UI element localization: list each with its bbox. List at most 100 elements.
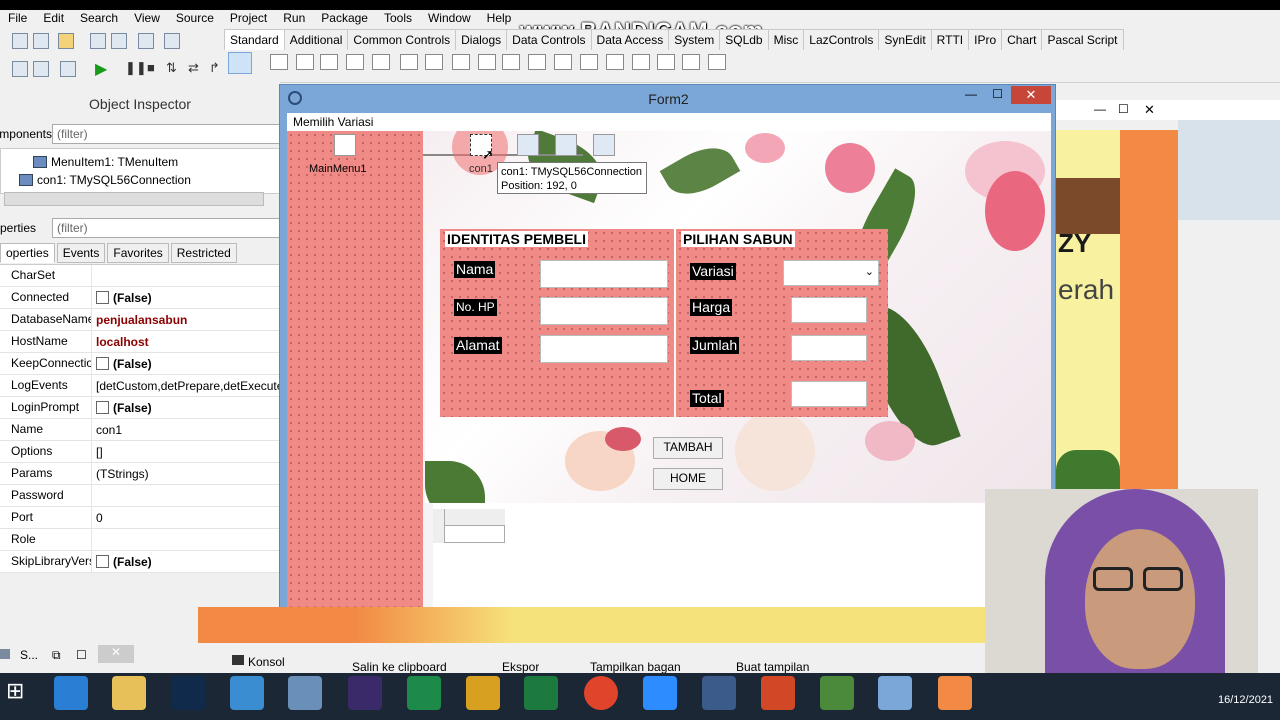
tmainmenu-icon[interactable] — [270, 54, 288, 70]
checkbox-icon[interactable] — [96, 401, 109, 414]
tpanel-icon[interactable] — [657, 54, 675, 70]
prop-value[interactable]: [] — [92, 441, 280, 462]
prop-value[interactable]: (False) — [92, 551, 280, 572]
close-icon[interactable]: ✕ — [98, 645, 134, 663]
pointer-tool-icon[interactable] — [228, 52, 252, 74]
tpopupmenu-icon[interactable] — [296, 54, 314, 70]
close-icon[interactable]: ✕ — [1144, 102, 1155, 118]
components-filter-input[interactable]: (filter) — [52, 124, 280, 144]
zoom-icon[interactable] — [643, 676, 677, 710]
tab-events[interactable]: Events — [56, 243, 106, 263]
properties-filter-input[interactable]: (filter) — [52, 218, 280, 238]
step-out-icon[interactable]: ↱ — [209, 60, 220, 76]
close-button[interactable]: ✕ — [1011, 86, 1051, 104]
step-into-icon[interactable]: ⇅ — [166, 60, 177, 76]
alamat-input[interactable] — [540, 335, 668, 363]
menu-help[interactable]: Help — [479, 10, 520, 26]
prop-row[interactable]: CharSet — [0, 265, 280, 287]
menu-window[interactable]: Window — [420, 10, 479, 26]
xampp-icon[interactable] — [938, 676, 972, 710]
checkbox-icon[interactable] — [96, 555, 109, 568]
home-button[interactable]: HOME — [653, 468, 723, 490]
tab-standard[interactable]: Standard — [224, 29, 285, 50]
tmemo-icon[interactable] — [400, 54, 418, 70]
prop-row[interactable]: Name con1 — [0, 419, 280, 441]
menu-package[interactable]: Package — [313, 10, 376, 26]
menu-tools[interactable]: Tools — [376, 10, 420, 26]
tab-common-controls[interactable]: Common Controls — [347, 29, 457, 50]
prop-row[interactable]: SkipLibraryVersi (False) — [0, 551, 280, 573]
windows-start-icon[interactable]: ⊞ — [6, 680, 28, 702]
konsol-label[interactable]: Konsol — [248, 655, 285, 669]
tab-additional[interactable]: Additional — [283, 29, 349, 50]
prop-row[interactable]: DatabaseName penjualansabun — [0, 309, 280, 331]
tradiogroup-icon[interactable] — [606, 54, 624, 70]
chrome-icon[interactable] — [584, 676, 618, 710]
tab-pascal-script[interactable]: Pascal Script — [1041, 29, 1124, 50]
toggle-form-icon[interactable] — [138, 33, 154, 49]
menu-project[interactable]: Project — [222, 10, 275, 26]
tab-system[interactable]: System — [668, 29, 721, 50]
save-all-icon[interactable] — [111, 33, 127, 49]
menu-search[interactable]: Search — [72, 10, 126, 26]
menu-file[interactable]: File — [0, 10, 35, 26]
prop-row[interactable]: LoginPrompt (False) — [0, 397, 280, 419]
sqlquery-icon[interactable] — [555, 134, 577, 156]
bottom-left-label[interactable]: S... — [20, 648, 38, 662]
maps-icon[interactable] — [820, 676, 854, 710]
tframe-icon[interactable] — [682, 54, 700, 70]
app-7-icon[interactable] — [466, 676, 500, 710]
ekspor-link[interactable]: Ekspor — [502, 660, 539, 673]
new-form-icon[interactable] — [33, 33, 49, 49]
tree-item-con1[interactable]: con1: TMySQL56Connection — [19, 173, 191, 187]
maximize-icon[interactable]: ☐ — [1118, 102, 1129, 116]
math-app-icon[interactable] — [288, 676, 322, 710]
tab-synedit[interactable]: SynEdit — [878, 29, 932, 50]
menu-memilih-variasi[interactable]: Memilih Variasi — [293, 115, 373, 129]
minimize-icon[interactable]: — — [1094, 102, 1106, 116]
tscrollbar-icon[interactable] — [554, 54, 572, 70]
file-explorer-icon[interactable] — [112, 676, 146, 710]
checkbox-icon[interactable] — [96, 357, 109, 370]
prop-value[interactable]: (False) — [92, 287, 280, 308]
r-app-icon[interactable] — [702, 676, 736, 710]
datasource-icon[interactable] — [593, 134, 615, 156]
prop-value[interactable]: [detCustom,detPrepare,detExecute,d — [92, 375, 280, 396]
prop-value[interactable]: localhost — [92, 331, 280, 352]
prop-row[interactable]: KeepConnection (False) — [0, 353, 280, 375]
menu-view[interactable]: View — [126, 10, 168, 26]
tlistbox-icon[interactable] — [502, 54, 520, 70]
prop-value[interactable] — [92, 485, 280, 506]
prop-value[interactable] — [92, 529, 280, 550]
tree-scrollbar[interactable] — [4, 192, 264, 206]
new-unit-icon[interactable] — [12, 33, 28, 49]
ttogglebox-icon[interactable] — [425, 54, 443, 70]
prop-value[interactable]: 0 — [92, 507, 280, 528]
tab-dialogs[interactable]: Dialogs — [455, 29, 508, 50]
restore-icon[interactable]: ⧉ — [52, 648, 61, 663]
tab-ipro[interactable]: IPro — [968, 29, 1003, 50]
prop-value[interactable]: (False) — [92, 353, 280, 374]
lazarus-icon[interactable] — [878, 676, 912, 710]
prop-value[interactable]: (TStrings) — [92, 463, 280, 484]
tab-lazcontrols[interactable]: LazControls — [803, 29, 880, 50]
tgroupbox-icon[interactable] — [580, 54, 598, 70]
tab-properties[interactable]: operties — [0, 243, 55, 263]
checkbox-icon[interactable] — [96, 291, 109, 304]
prop-row[interactable]: HostName localhost — [0, 331, 280, 353]
maximize-icon[interactable]: ☐ — [992, 87, 1003, 101]
salin-clipboard-link[interactable]: Salin ke clipboard — [352, 660, 447, 673]
tab-data-access[interactable]: Data Access — [590, 29, 670, 50]
menu-source[interactable]: Source — [168, 10, 222, 26]
excel-icon[interactable] — [524, 676, 558, 710]
prop-row[interactable]: Role — [0, 529, 280, 551]
internet-explorer-icon[interactable] — [54, 676, 88, 710]
open-icon[interactable] — [58, 33, 74, 49]
step-over-icon[interactable]: ⇄ — [188, 60, 199, 76]
calculator-sheet-icon[interactable] — [407, 676, 441, 710]
prop-value[interactable]: con1 — [92, 419, 280, 440]
stop-icon[interactable]: ■ — [147, 60, 155, 75]
prop-row[interactable]: Password — [0, 485, 280, 507]
tambah-button[interactable]: TAMBAH — [653, 437, 723, 459]
prop-value[interactable]: penjualansabun — [92, 309, 280, 330]
